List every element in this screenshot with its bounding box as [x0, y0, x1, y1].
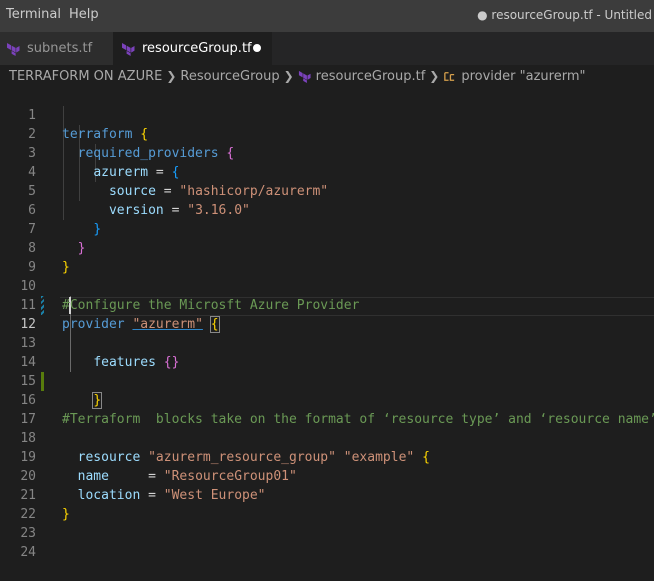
tab-subnets[interactable]: subnets.tf [0, 32, 113, 65]
terraform-icon [298, 70, 311, 83]
code-line[interactable]: 17 [0, 391, 654, 427]
code-line[interactable]: 7 } [0, 201, 654, 256]
unsaved-dot-icon[interactable] [253, 44, 261, 52]
code-line[interactable]: 13 features {} [0, 315, 654, 370]
chevron-right-icon: ❯ [429, 69, 440, 83]
code-line[interactable]: 18 resource "azurerm_resource_group" "ex… [0, 410, 654, 465]
line-number: 24 [20, 545, 36, 560]
code-line[interactable]: 21 } [0, 467, 654, 522]
tab-label: resourceGroup.tf [142, 41, 252, 56]
code-line[interactable]: 8 } [0, 220, 654, 275]
chevron-right-icon: ❯ [166, 69, 177, 83]
tab-label: subnets.tf [27, 41, 93, 56]
breadcrumb-folder[interactable]: ResourceGroup [180, 69, 279, 84]
code-line-current[interactable]: 12 [0, 296, 654, 332]
breadcrumb-symbol[interactable]: provider "azurerm" [461, 69, 585, 84]
breadcrumb-workspace[interactable]: TERRAFORM ON AZURE [9, 69, 162, 84]
code-line[interactable]: 20 location = "West Europe" [0, 448, 654, 503]
code-line[interactable]: 6 } [0, 182, 654, 237]
code-line[interactable]: 2 required_providers { [0, 106, 654, 161]
code-line[interactable]: 24 [0, 524, 654, 560]
code-line[interactable]: 1 terraform { [0, 87, 654, 142]
code-line[interactable]: 23 [0, 505, 654, 541]
menu-help[interactable]: Help [69, 7, 99, 22]
code-line[interactable]: 10 #Configure the Microsft Azure Provide… [0, 258, 654, 313]
symbol-namespace-icon [444, 71, 455, 81]
code-editor[interactable]: 1 terraform { 2 required_providers { 3 a… [0, 87, 654, 560]
terraform-icon [122, 42, 135, 56]
window-title: ● resourceGroup.tf - Untitled [477, 8, 652, 22]
menubar: Terminal Help ● resourceGroup.tf - Untit… [0, 0, 654, 32]
chevron-right-icon: ❯ [283, 69, 294, 83]
terraform-icon [7, 42, 20, 56]
code-line[interactable]: 16 #Terraform blocks take on the format … [0, 372, 654, 427]
tab-resourcegroup[interactable]: resourceGroup.tf [113, 32, 272, 65]
code-line[interactable]: 14 [0, 334, 654, 370]
code-line[interactable]: 9 [0, 239, 654, 275]
tab-bar: subnets.tf resourceGroup.tf [0, 32, 654, 65]
code-line[interactable]: 4 source = "hashicorp/azurerm" [0, 144, 654, 199]
code-line[interactable]: 3 azurerm = { [0, 125, 654, 180]
code-line[interactable]: 11 provider "azurerm" { [0, 277, 654, 333]
code-line[interactable]: 15 } [0, 353, 654, 409]
code-line[interactable]: 5 version = "3.16.0" [0, 163, 654, 218]
breadcrumb: TERRAFORM ON AZURE ❯ ResourceGroup ❯ res… [0, 65, 654, 87]
code-line[interactable]: 22 [0, 486, 654, 522]
breadcrumb-file[interactable]: resourceGroup.tf [316, 69, 426, 84]
menu-terminal[interactable]: Terminal [6, 7, 61, 22]
code-line[interactable]: 19 name = "ResourceGroup01" [0, 429, 654, 484]
